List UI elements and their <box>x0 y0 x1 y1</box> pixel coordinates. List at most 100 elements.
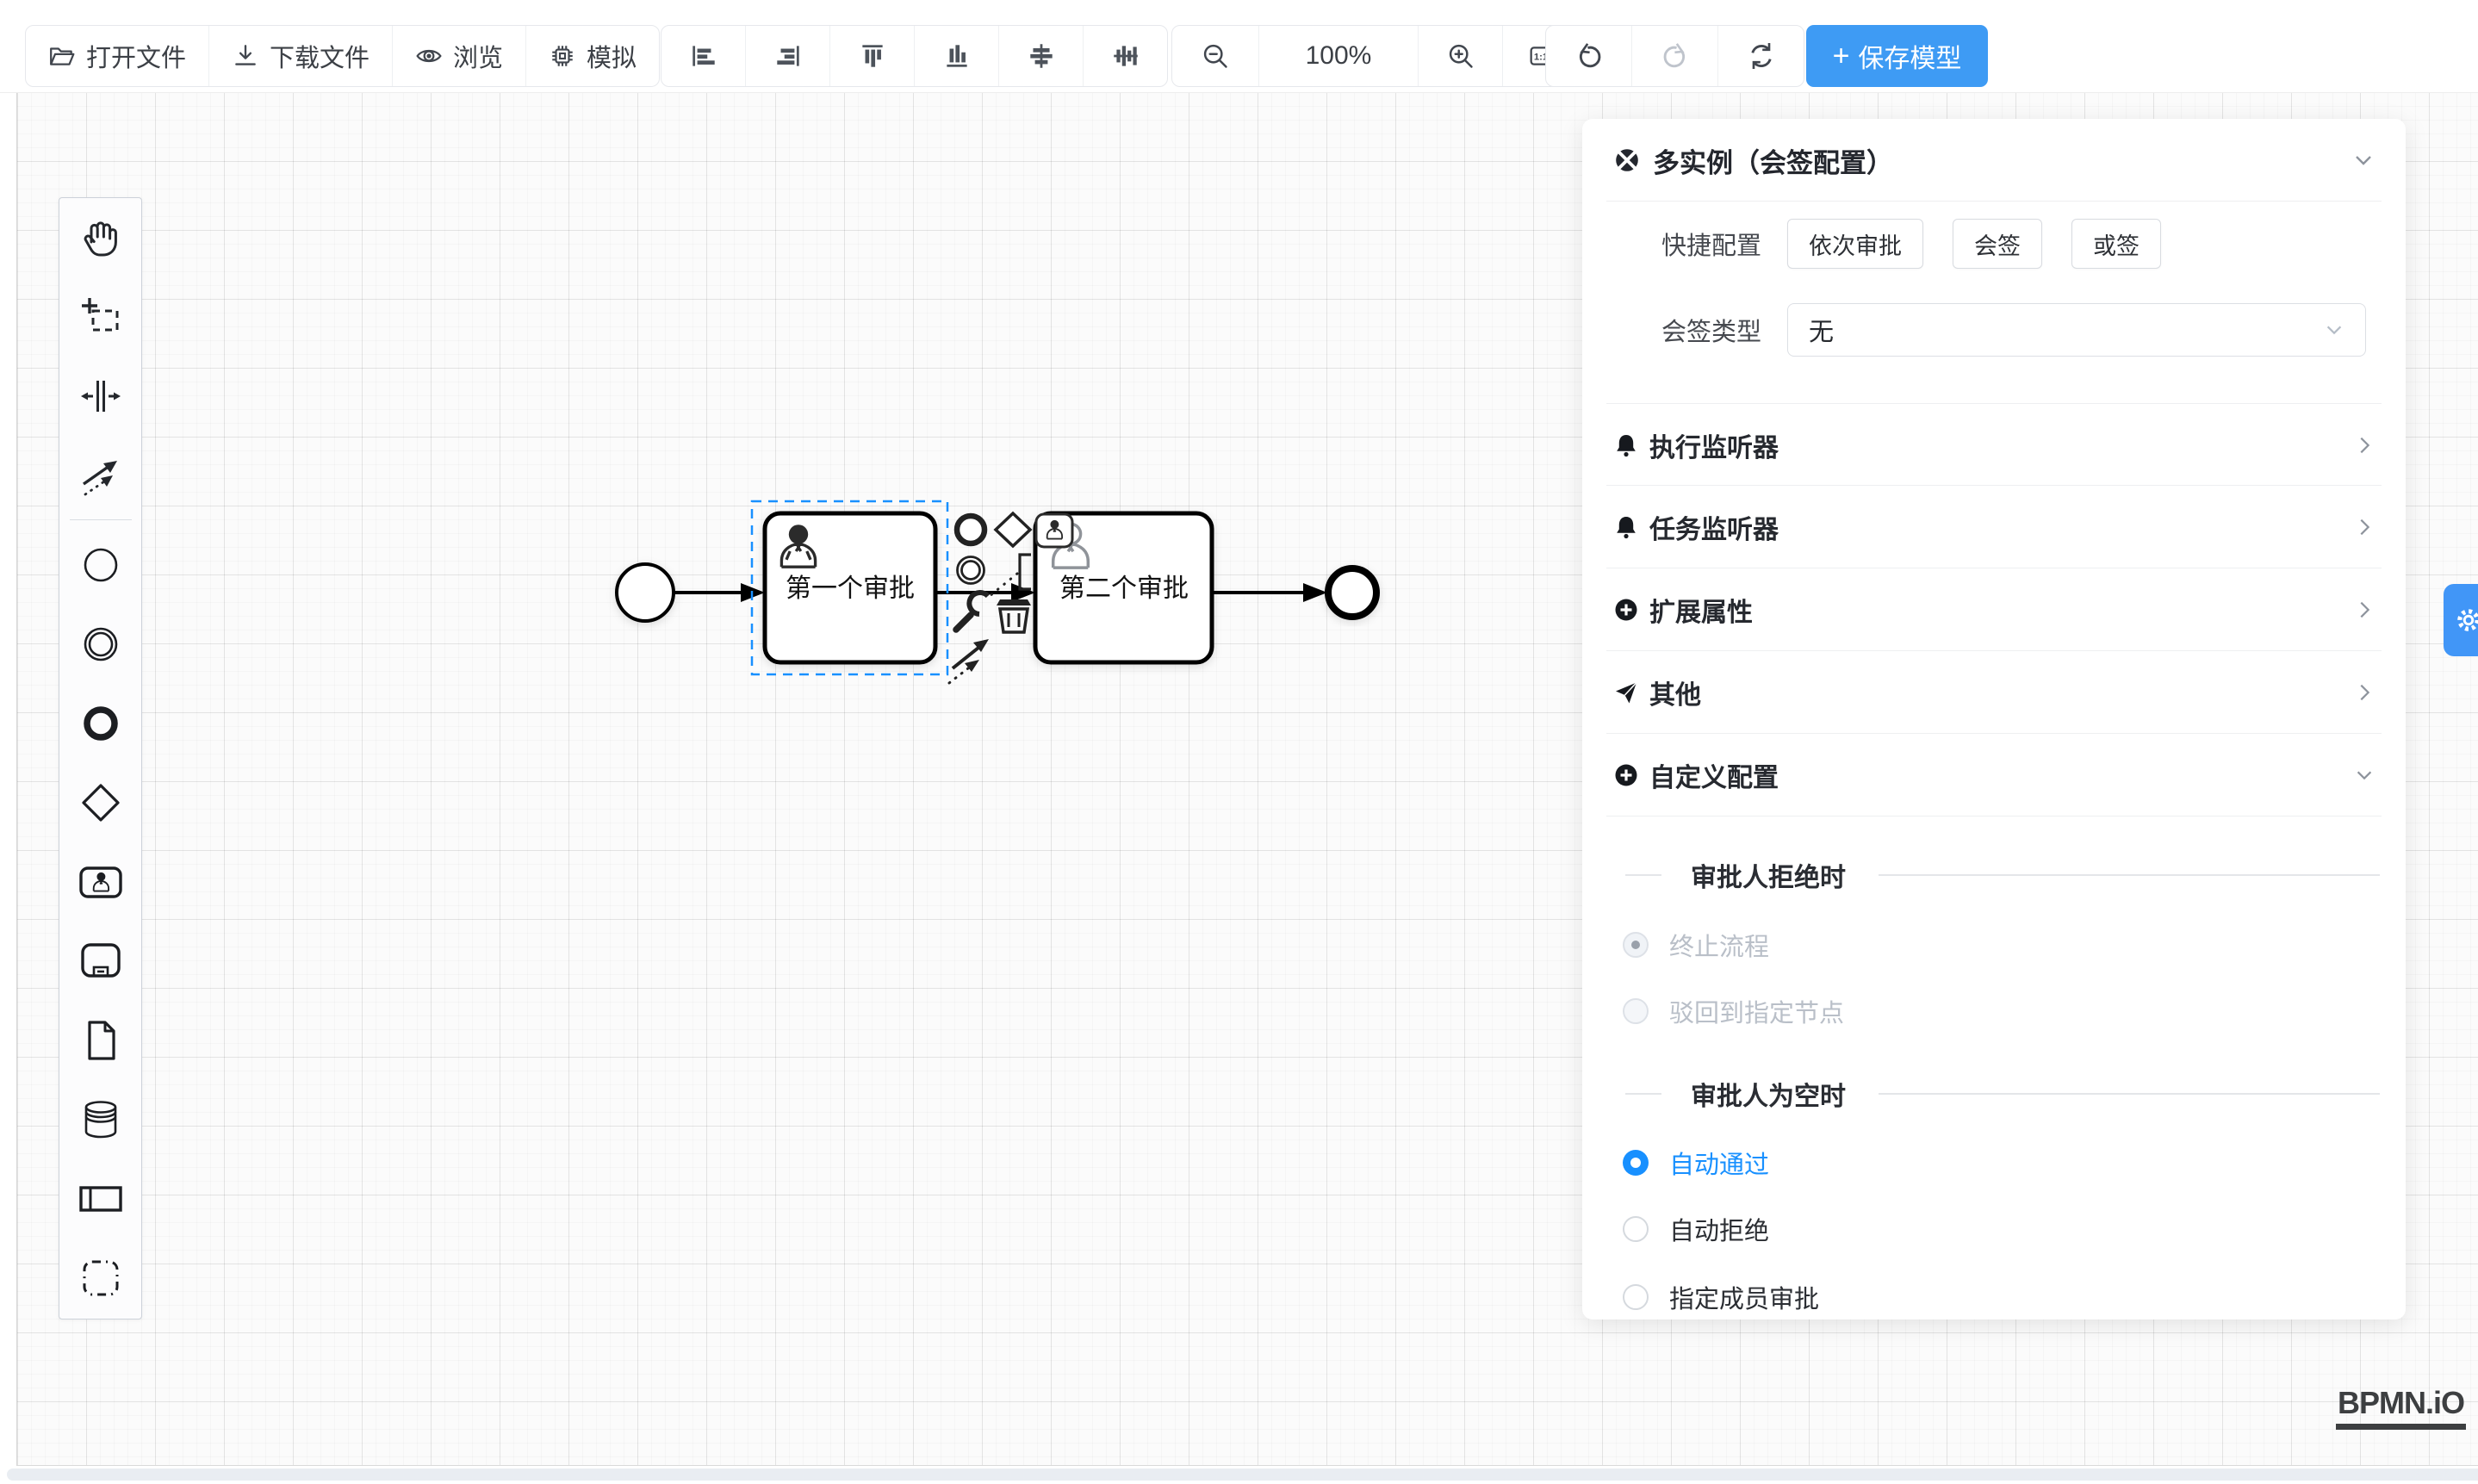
quick-config-sequential-button[interactable]: 依次审批 <box>1787 219 1923 269</box>
zoom-button-group: 100% 1:1 <box>1171 25 1580 87</box>
undo-button[interactable] <box>1546 26 1632 86</box>
horizontal-scrollbar[interactable] <box>7 1468 2478 1481</box>
palette-separator <box>70 519 132 520</box>
multi-type-select[interactable]: 无 <box>1787 303 2366 357</box>
radio-selected-disabled-icon[interactable] <box>1623 932 1649 958</box>
align-center-vertical-button[interactable] <box>1084 26 1167 86</box>
align-top-button[interactable] <box>830 26 915 86</box>
zoom-level[interactable]: 100% <box>1259 26 1419 86</box>
radio-return-to-node[interactable]: 驳回到指定节点 <box>1623 994 1844 1028</box>
zoom-in-icon <box>1446 41 1475 71</box>
quick-config-countersign-button[interactable]: 会签 <box>1953 219 2042 269</box>
quick-config-label: 快捷配置 <box>1661 226 1761 262</box>
radio-auto-pass[interactable]: 自动通过 <box>1623 1146 1769 1180</box>
section-custom-config[interactable]: 自定义配置 <box>1613 735 2375 815</box>
section-extended-attributes[interactable]: 扩展属性 <box>1613 569 2375 649</box>
align-center-horizontal-button[interactable] <box>999 26 1084 86</box>
chevron-right-icon <box>2354 517 2375 537</box>
end-event-icon <box>77 699 125 748</box>
bpmn-io-logo[interactable]: BPMN.iO <box>2336 1385 2466 1430</box>
participant-icon <box>77 1175 125 1223</box>
section-execution-listener[interactable]: 执行监听器 <box>1613 405 2375 485</box>
quick-config-orsign-button[interactable]: 或签 <box>2071 219 2161 269</box>
palette-item-lasso-tool[interactable] <box>59 277 141 357</box>
lasso-tool-icon <box>77 293 125 341</box>
preview-button[interactable]: 浏览 <box>393 26 526 86</box>
radio-icon[interactable] <box>1623 1284 1649 1310</box>
panel-header[interactable]: 多实例（会签配置） <box>1613 127 2375 193</box>
data-store-icon <box>77 1096 125 1144</box>
file-button-group: 打开文件 下载文件 浏览 模拟 <box>25 25 660 87</box>
palette-item-data-object[interactable] <box>59 1001 141 1080</box>
history-button-group <box>1545 25 1804 87</box>
align-right-button[interactable] <box>746 26 830 86</box>
multi-instance-icon <box>1613 146 1641 174</box>
section-other[interactable]: 其他 <box>1613 652 2375 732</box>
chevron-right-icon <box>2354 599 2375 620</box>
undo-icon <box>1574 40 1605 71</box>
properties-panel: 多实例（会签配置） 快捷配置 依次审批 会签 或签 会签类型 无 执行监听器 <box>1582 119 2406 1319</box>
plus-icon: + <box>1833 41 1850 71</box>
align-bottom-button[interactable] <box>915 26 999 86</box>
redo-button[interactable] <box>1632 26 1718 86</box>
empty-group-title: 审批人为空时 <box>1691 1075 1846 1113</box>
section-task-listener[interactable]: 任务监听器 <box>1613 487 2375 567</box>
plus-circle-icon <box>1613 762 1639 788</box>
folder-open-icon <box>48 42 76 70</box>
align-left-button[interactable] <box>661 26 746 86</box>
palette-item-subprocess[interactable] <box>59 922 141 1001</box>
quick-config-row: 快捷配置 依次审批 会签 或签 <box>1661 218 2190 270</box>
simulate-button[interactable]: 模拟 <box>526 26 659 86</box>
palette-item-group[interactable] <box>59 1239 141 1318</box>
open-file-button[interactable]: 打开文件 <box>26 26 209 86</box>
tool-palette <box>59 197 142 1319</box>
save-model-button[interactable]: + 保存模型 <box>1806 25 1988 87</box>
radio-icon[interactable] <box>1623 1216 1649 1242</box>
reject-group-title: 审批人拒绝时 <box>1691 856 1846 894</box>
refresh-button[interactable] <box>1718 26 1804 86</box>
zoom-out-icon <box>1201 41 1230 71</box>
toolbar: 打开文件 下载文件 浏览 模拟 <box>0 0 2478 93</box>
palette-item-space-tool[interactable] <box>59 357 141 436</box>
multi-type-row: 会签类型 无 <box>1661 303 2366 357</box>
palette-item-data-store[interactable] <box>59 1080 141 1159</box>
palette-item-hand-tool[interactable] <box>59 198 141 277</box>
download-icon <box>232 42 259 70</box>
gear-icon <box>2454 605 2478 635</box>
radio-selected-icon[interactable] <box>1623 1150 1649 1176</box>
align-button-group <box>661 25 1168 87</box>
palette-item-start-event[interactable] <box>59 525 141 605</box>
redo-icon <box>1660 40 1691 71</box>
subprocess-icon <box>77 937 125 985</box>
align-bottom-icon <box>941 40 972 71</box>
radio-assign-member[interactable]: 指定成员审批 <box>1623 1280 1819 1314</box>
palette-item-gateway[interactable] <box>59 763 141 842</box>
hand-tool-icon <box>77 214 125 262</box>
radio-auto-reject[interactable]: 自动拒绝 <box>1623 1212 1769 1246</box>
data-object-icon <box>77 1016 125 1065</box>
multi-type-label: 会签类型 <box>1661 312 1761 348</box>
bpmn-modeler-app: 第二个审批 第一个审批 <box>0 0 2478 1484</box>
palette-item-end-event[interactable] <box>59 684 141 763</box>
zoom-in-button[interactable] <box>1419 26 1503 86</box>
user-task-icon <box>77 858 125 906</box>
reject-group-title-row: 审批人拒绝时 <box>1625 858 2380 892</box>
palette-item-participant[interactable] <box>59 1159 141 1239</box>
chevron-right-icon <box>2354 682 2375 703</box>
refresh-icon <box>1746 40 1777 71</box>
radio-disabled-icon[interactable] <box>1623 998 1649 1024</box>
download-file-button[interactable]: 下载文件 <box>209 26 393 86</box>
zoom-out-button[interactable] <box>1172 26 1259 86</box>
gateway-icon <box>77 779 125 827</box>
send-icon <box>1613 680 1639 705</box>
palette-item-intermediate-event[interactable] <box>59 605 141 684</box>
palette-item-user-task[interactable] <box>59 842 141 922</box>
radio-terminate-process[interactable]: 终止流程 <box>1623 928 1769 962</box>
multi-type-value: 无 <box>1809 312 1834 348</box>
start-event-icon <box>77 541 125 589</box>
chevron-down-icon[interactable] <box>2352 149 2375 171</box>
palette-item-global-connect-tool[interactable] <box>59 436 141 515</box>
settings-tab[interactable] <box>2444 584 2478 656</box>
chevron-down-icon <box>2324 320 2344 340</box>
chevron-right-icon <box>2354 435 2375 456</box>
